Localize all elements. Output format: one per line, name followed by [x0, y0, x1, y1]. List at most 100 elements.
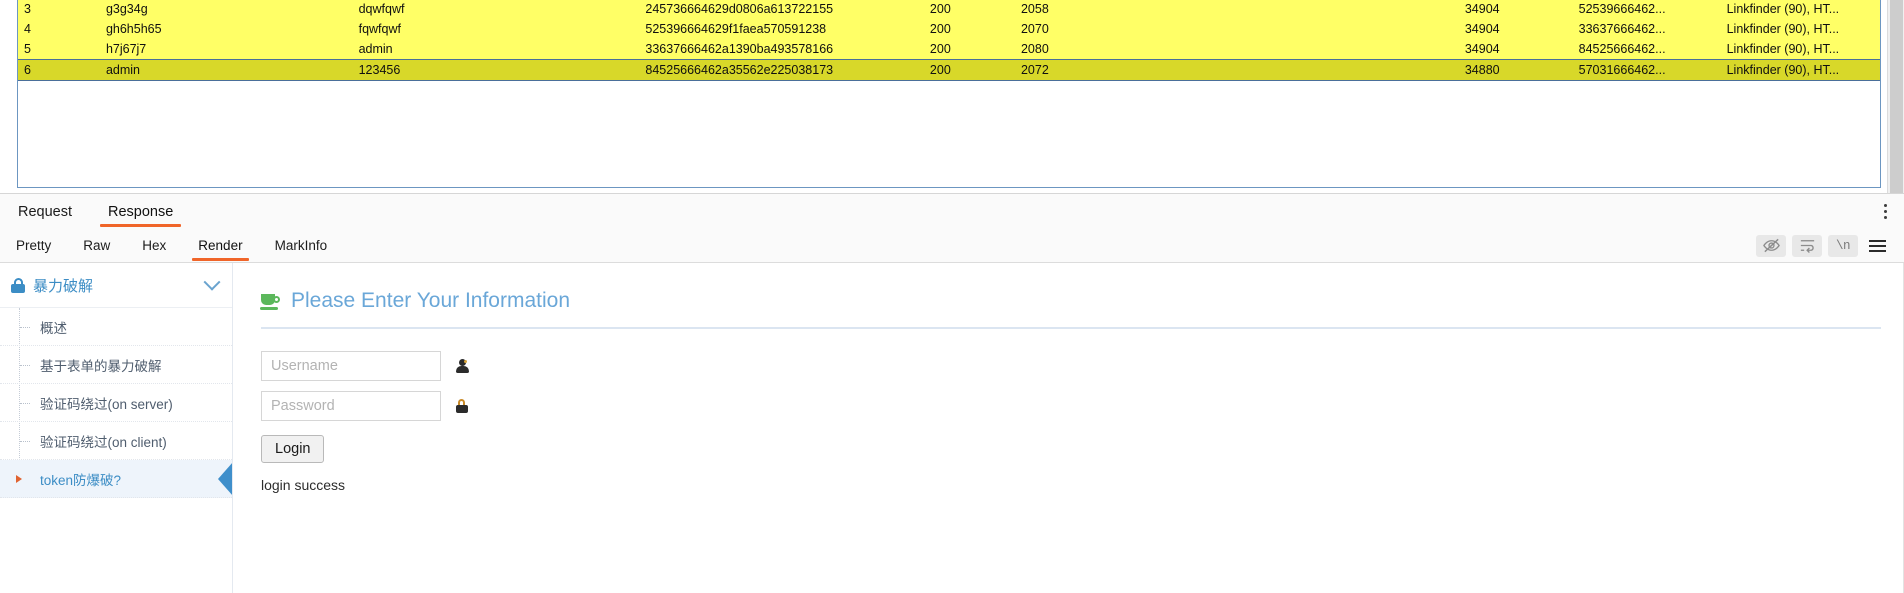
tab-response-label: Response	[108, 203, 174, 220]
cell-payload1: g3g34g	[99, 0, 353, 19]
cell-finder: Linkfinder (90), HT...	[1720, 39, 1880, 60]
view-tools: \n	[1756, 229, 1904, 262]
login-button[interactable]: Login	[261, 435, 325, 463]
sidebar-item-label: 基于表单的暴力破解	[40, 358, 162, 374]
cell-trailer: 52539666462...	[1572, 0, 1721, 19]
results-vertical-scrollbar[interactable]	[1887, 0, 1904, 193]
response-render-viewport: 暴力破解 概述 基于表单的暴力破解 验证码绕过(on server) 验证码绕过…	[0, 263, 1904, 593]
kebab-dot	[1883, 210, 1887, 213]
table-row[interactable]: 5 h7j67j7 admin 33637666462a1390ba493578…	[18, 39, 1880, 60]
sidebar-item-captcha-client[interactable]: 验证码绕过(on client)	[0, 422, 232, 460]
cell-status: 200	[923, 39, 1015, 60]
tree-connector	[20, 326, 30, 328]
tabbar-spacer	[191, 194, 1866, 229]
lock-body	[455, 405, 468, 413]
cup-handle	[273, 296, 280, 303]
tab-pretty[interactable]: Pretty	[0, 229, 67, 262]
sidebar-menu: 概述 基于表单的暴力破解 验证码绕过(on server) 验证码绕过(on c…	[0, 308, 232, 498]
tab-hex[interactable]: Hex	[126, 229, 182, 262]
cell-trailer: 84525666462...	[1572, 39, 1721, 60]
newline-icon[interactable]: \n	[1828, 234, 1858, 257]
active-pointer-icon	[218, 461, 232, 496]
tree-connector	[20, 364, 30, 366]
eye-off-icon[interactable]	[1756, 234, 1786, 257]
cell-length: 2080	[1014, 39, 1459, 60]
word-wrap-icon[interactable]	[1792, 234, 1822, 257]
sidebar-item-label: 验证码绕过(on server)	[40, 396, 173, 412]
cell-payload2: dqwfqwf	[352, 0, 640, 19]
cell-md5: 84525666462a35562e225038173	[639, 59, 924, 81]
tab-pretty-label: Pretty	[16, 238, 52, 253]
table-row[interactable]: 4 gh6h5h65 fqwfqwf 525396664629f1faea570…	[18, 19, 1880, 39]
tab-hex-label: Hex	[142, 238, 167, 253]
attack-results-table[interactable]: 3 g3g34g dqwfqwf 245736664629d0806a61372…	[18, 0, 1880, 81]
cell-index: 6	[18, 59, 100, 81]
cell-trailer: 33637666462...	[1572, 19, 1721, 39]
kebab-menu-icon[interactable]	[1866, 194, 1904, 229]
sidebar-item-label: token防爆破?	[40, 472, 122, 488]
sidebar-panel-header[interactable]: 暴力破解	[0, 263, 232, 308]
username-row	[261, 351, 1903, 381]
cell-index: 3	[18, 0, 100, 19]
cell-length2: 34904	[1458, 39, 1573, 60]
burp-suite-window: 3 g3g34g dqwfqwf 245736664629d0806a61372…	[0, 0, 1904, 593]
tab-raw-label: Raw	[83, 238, 111, 253]
table-row-selected[interactable]: 6 admin 123456 84525666462a35562e2250381…	[18, 59, 1880, 81]
cell-payload2: 123456	[352, 59, 640, 81]
tab-request[interactable]: Request	[0, 194, 90, 229]
cell-length2: 34880	[1458, 59, 1573, 81]
cell-length2: 34904	[1458, 19, 1573, 39]
lock-body	[11, 284, 25, 293]
tab-markinfo[interactable]: MarkInfo	[259, 229, 344, 262]
scrollbar-thumb[interactable]	[1890, 0, 1903, 193]
user-shoulders	[455, 366, 469, 373]
coffee-cup-icon	[260, 292, 282, 310]
page-title-text: Please Enter Your Information	[291, 289, 571, 312]
tab-raw[interactable]: Raw	[67, 229, 126, 262]
page-title: Please Enter Your Information	[260, 289, 1903, 313]
sidebar-item-token[interactable]: token防爆破?	[0, 460, 232, 498]
kebab-dot	[1883, 204, 1887, 207]
cell-md5: 245736664629d0806a613722155	[639, 0, 924, 19]
view-tabbar: Pretty Raw Hex Render MarkInfo \n	[0, 229, 1904, 263]
tab-response[interactable]: Response	[90, 194, 191, 229]
sidebar-item-form-bruteforce[interactable]: 基于表单的暴力破解	[0, 346, 232, 384]
password-input[interactable]	[261, 391, 441, 421]
cell-payload1: gh6h5h65	[99, 19, 353, 39]
hamburger-menu-icon[interactable]	[1864, 235, 1890, 257]
hamburger-bar	[1868, 244, 1886, 247]
cell-length: 2058	[1014, 0, 1459, 19]
tree-connector	[20, 440, 30, 442]
tab-render[interactable]: Render	[182, 229, 258, 262]
tab-markinfo-label: MarkInfo	[274, 238, 328, 253]
cell-payload1: admin	[99, 59, 353, 81]
sidebar-panel-title: 暴力破解	[33, 277, 94, 295]
cell-length: 2070	[1014, 19, 1459, 39]
hamburger-bar	[1868, 239, 1886, 242]
username-input[interactable]	[261, 351, 441, 381]
tab-request-label: Request	[18, 203, 73, 220]
login-form: Login login success	[261, 329, 1903, 493]
lock-icon	[455, 398, 469, 414]
cell-status: 200	[923, 19, 1015, 39]
results-empty-space	[18, 81, 1880, 186]
chevron-down-icon[interactable]	[203, 273, 221, 291]
sidebar-item-captcha-server[interactable]: 验证码绕过(on server)	[0, 384, 232, 422]
newline-icon-label: \n	[1835, 238, 1851, 253]
cell-status: 200	[923, 59, 1015, 81]
table-row[interactable]: 3 g3g34g dqwfqwf 245736664629d0806a61372…	[18, 0, 1880, 19]
intruder-results-pane: 3 g3g34g dqwfqwf 245736664629d0806a61372…	[0, 0, 1904, 193]
user-glint	[463, 359, 467, 363]
active-bullet-icon	[16, 474, 22, 483]
kebab-dot	[1883, 216, 1887, 219]
cell-md5: 525396664629f1faea570591238	[639, 19, 924, 39]
results-table-frame: 3 g3g34g dqwfqwf 245736664629d0806a61372…	[17, 0, 1881, 188]
cell-md5: 33637666462a1390ba493578166	[639, 39, 924, 60]
cell-length2: 34904	[1458, 0, 1573, 19]
sidebar-item-overview[interactable]: 概述	[0, 308, 232, 346]
cup-saucer	[260, 307, 278, 310]
cell-length: 2072	[1014, 59, 1459, 81]
tree-connector	[20, 402, 30, 404]
pikachu-sidebar: 暴力破解 概述 基于表单的暴力破解 验证码绕过(on server) 验证码绕过…	[0, 263, 233, 593]
cell-trailer: 57031666462...	[1572, 59, 1721, 81]
